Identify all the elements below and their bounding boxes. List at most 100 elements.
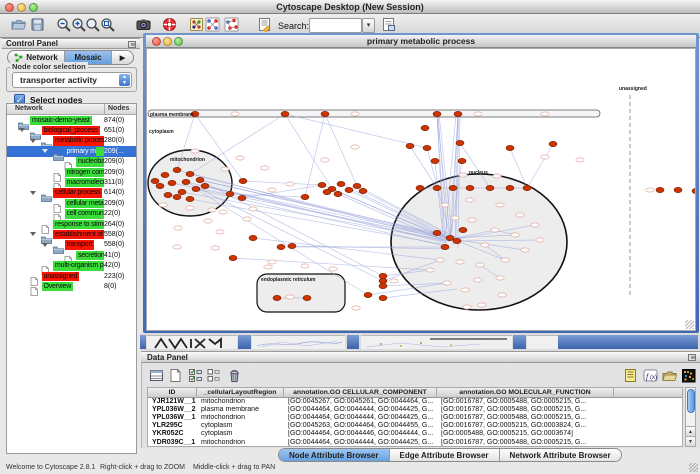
graph-node-selected[interactable] xyxy=(433,230,441,235)
graph-node-selected[interactable] xyxy=(173,194,181,199)
graph-node-selected[interactable] xyxy=(156,183,164,188)
graph-node-selected[interactable] xyxy=(249,235,257,240)
table-row-YDR039C__1[interactable]: YDR039C__1mitochondrion[GO:0044464, GO:0… xyxy=(148,439,682,447)
graph-node-unselected[interactable] xyxy=(463,305,471,309)
graph-node-selected[interactable] xyxy=(406,143,414,148)
minimize-window-button[interactable] xyxy=(17,3,26,12)
graph-node-unselected[interactable] xyxy=(491,228,499,232)
graph-node-selected[interactable] xyxy=(359,188,367,193)
scroll-down-button[interactable]: ▼ xyxy=(686,436,695,446)
graph-node-selected[interactable] xyxy=(441,244,449,249)
graph-node-unselected[interactable] xyxy=(301,264,309,268)
graph-node-unselected[interactable] xyxy=(159,203,167,207)
tab-network-attribute-browser[interactable]: Network Attribute Browser xyxy=(500,449,621,461)
graph-node-unselected[interactable] xyxy=(186,206,194,210)
close-window-button[interactable] xyxy=(5,3,14,12)
graph-node-unselected[interactable] xyxy=(351,145,359,149)
column-header-2[interactable]: annotation.GO CELLULAR_COMPONENT xyxy=(284,388,437,398)
tab-node-attribute-browser[interactable]: Node Attribute Browser xyxy=(279,449,390,461)
graph-node-selected[interactable] xyxy=(431,158,439,163)
graph-node-selected[interactable] xyxy=(196,177,204,182)
tree-row-biological-process[interactable]: biological_process651(0) xyxy=(7,125,136,135)
graph-node-unselected[interactable] xyxy=(443,281,451,285)
table-row-YPL036W__2[interactable]: YPL036W__2plasma membrane[GO:0044464, GO… xyxy=(148,406,682,414)
graph-node-selected[interactable] xyxy=(318,182,326,187)
graph-node-unselected[interactable] xyxy=(474,278,482,282)
search-dropdown-button[interactable]: ▾ xyxy=(362,18,375,33)
graph-node-selected[interactable] xyxy=(345,187,353,192)
graph-node-selected[interactable] xyxy=(674,187,682,192)
zoom-window-button[interactable] xyxy=(29,3,38,12)
tree-row-primary-metabo[interactable]: primary metabo209(... xyxy=(7,146,136,156)
graph-node-unselected[interactable] xyxy=(481,243,489,247)
graph-node-unselected[interactable] xyxy=(208,208,216,212)
graph-node-unselected[interactable] xyxy=(461,288,469,292)
graph-node-selected[interactable] xyxy=(416,185,424,190)
graph-node-selected[interactable] xyxy=(186,196,194,201)
graph-node-selected[interactable] xyxy=(453,238,461,243)
tree-row-cell-communicat[interactable]: cell communicat22(0) xyxy=(7,209,136,219)
graph-node-selected[interactable] xyxy=(186,171,194,176)
graph-node-unselected[interactable] xyxy=(456,260,464,264)
graph-node-selected[interactable] xyxy=(238,195,246,200)
tree-row-secretion[interactable]: secretion41(0) xyxy=(7,250,136,260)
graph-node-unselected[interactable] xyxy=(268,188,276,192)
graph-node-unselected[interactable] xyxy=(541,155,549,159)
search-input[interactable] xyxy=(309,18,362,33)
graph-node-unselected[interactable] xyxy=(451,216,459,220)
graph-node-selected[interactable] xyxy=(164,192,172,197)
network-close-button[interactable] xyxy=(152,37,161,46)
graph-node-unselected[interactable] xyxy=(352,306,360,310)
graph-node-selected[interactable] xyxy=(458,158,466,163)
graph-edge[interactable] xyxy=(527,144,553,188)
tree-expand-arrow[interactable] xyxy=(30,232,36,236)
tree-expand-arrow[interactable] xyxy=(30,191,36,195)
select-attributes-icon[interactable] xyxy=(188,368,204,384)
graph-node-unselected[interactable] xyxy=(264,265,272,269)
float-panel-icon[interactable] xyxy=(128,41,136,48)
tree-expand-arrow[interactable] xyxy=(42,149,48,153)
graph-node-selected[interactable] xyxy=(301,194,309,199)
graph-node-selected[interactable] xyxy=(379,283,387,288)
graph-node-selected[interactable] xyxy=(433,185,441,190)
graph-node-selected[interactable] xyxy=(161,172,169,177)
tab-edge-attribute-browser[interactable]: Edge Attribute Browser xyxy=(390,449,500,461)
graph-node-selected[interactable] xyxy=(178,189,186,194)
graph-node-unselected[interactable] xyxy=(390,279,398,283)
graph-node-selected[interactable] xyxy=(433,111,441,116)
network-minimize-button[interactable] xyxy=(163,37,172,46)
graph-node-unselected[interactable] xyxy=(466,198,474,202)
tree-row-mosaic-demo-yeast[interactable]: mosaic-demo-yeast874(0) xyxy=(7,115,136,125)
graph-node-unselected[interactable] xyxy=(204,219,212,223)
graph-node-unselected[interactable] xyxy=(493,174,501,178)
graph-node-unselected[interactable] xyxy=(426,268,434,272)
graph-node-unselected[interactable] xyxy=(498,293,506,297)
graph-node-selected[interactable] xyxy=(239,178,247,183)
table-row-YLR295C[interactable]: YLR295Ccytoplasm[GO:0045263, GO:0044464,… xyxy=(148,422,682,430)
graph-edge[interactable] xyxy=(325,114,357,186)
graph-node-unselected[interactable] xyxy=(459,173,467,177)
graph-node-selected[interactable] xyxy=(173,167,181,172)
graph-node-selected[interactable] xyxy=(168,180,176,185)
tree-row-metabolic-process[interactable]: metabolic process280(0) xyxy=(7,136,136,146)
tree-expand-arrow[interactable] xyxy=(30,139,36,143)
tree-row-multi-organism-pro[interactable]: multi-organism pro42(0) xyxy=(7,261,136,271)
canvas-resize-grip[interactable] xyxy=(685,320,694,329)
graph-node-selected[interactable] xyxy=(656,187,664,192)
graph-node-selected[interactable] xyxy=(446,235,454,240)
graph-node-unselected[interactable] xyxy=(221,167,229,171)
graph-node-unselected[interactable] xyxy=(191,149,199,153)
graph-node-unselected[interactable] xyxy=(468,218,476,222)
graph-node-selected[interactable] xyxy=(192,186,200,191)
graph-node-selected[interactable] xyxy=(456,140,464,145)
graph-node-selected[interactable] xyxy=(449,185,457,190)
graph-edge[interactable] xyxy=(285,114,332,189)
zoom-fit-icon[interactable] xyxy=(85,17,101,35)
column-header-0[interactable]: ID xyxy=(148,388,197,398)
graph-node-selected[interactable] xyxy=(273,295,281,300)
graph-node-selected[interactable] xyxy=(379,278,387,283)
graph-node-unselected[interactable] xyxy=(531,223,539,227)
notes-icon[interactable] xyxy=(623,368,639,384)
graph-node-selected[interactable] xyxy=(277,244,285,249)
graph-node-selected[interactable] xyxy=(353,183,361,188)
